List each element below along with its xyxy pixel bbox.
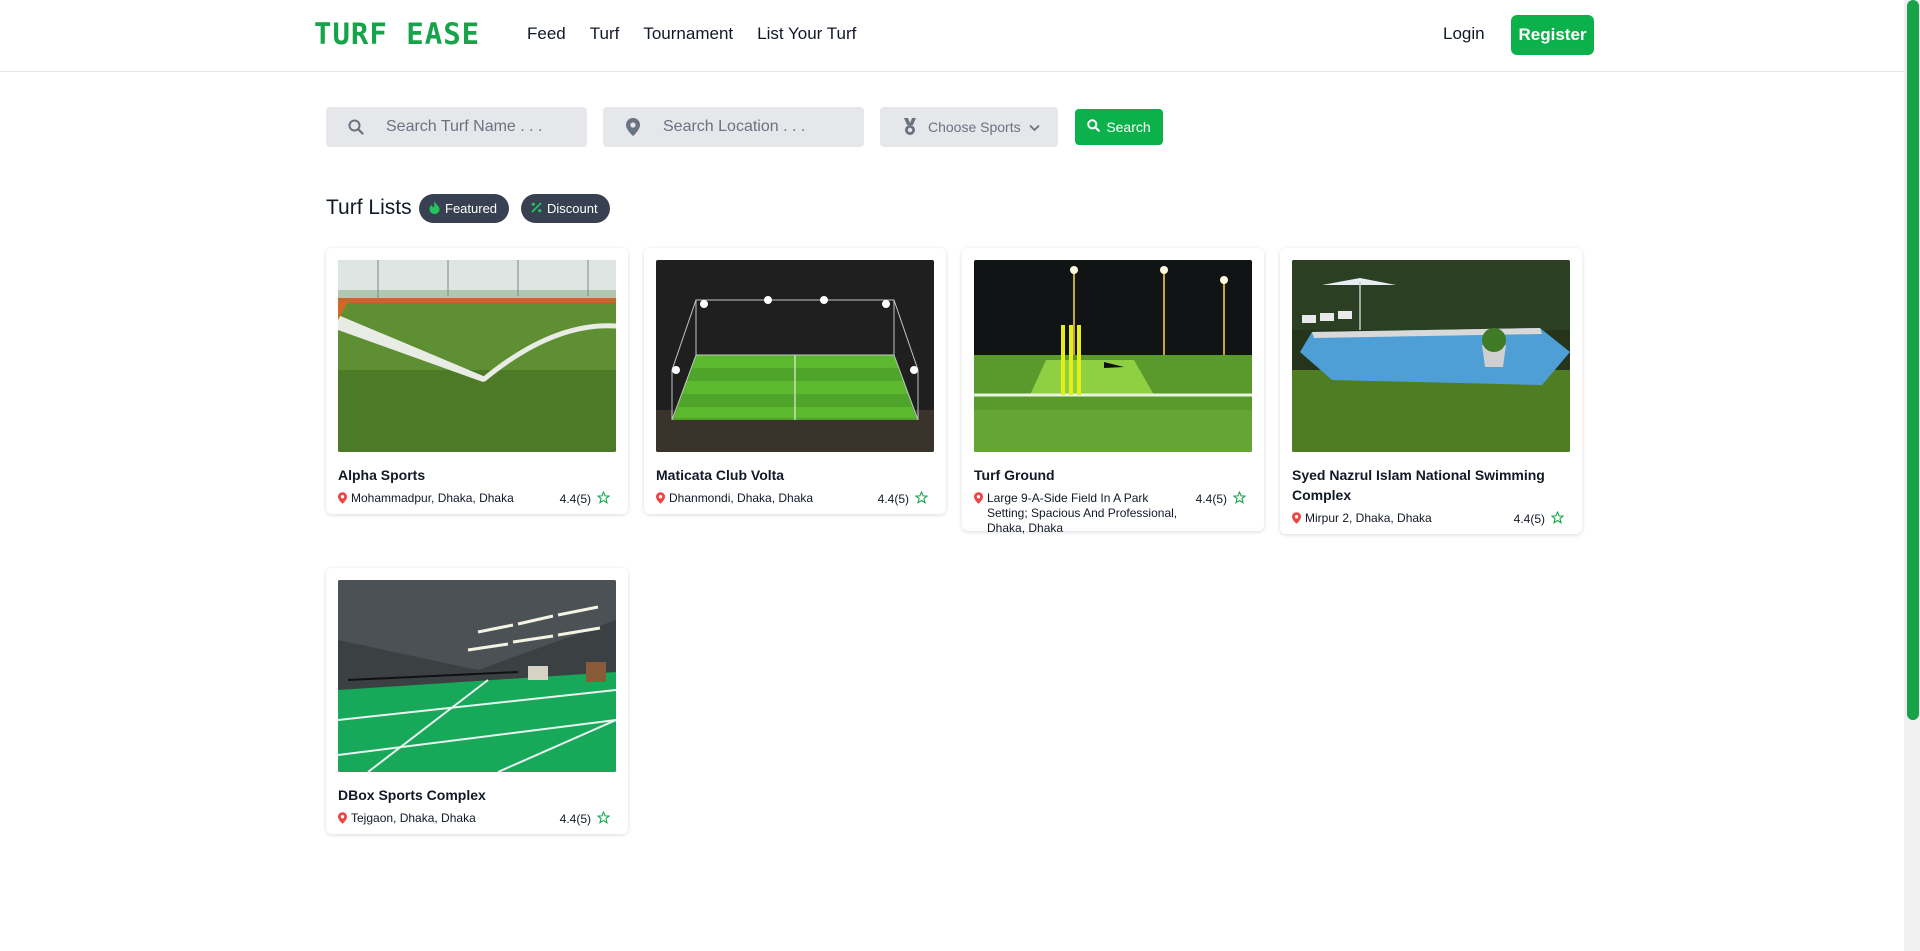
turf-card[interactable]: Turf Ground Large 9-A-Side Field In A Pa… <box>962 248 1264 535</box>
location-pin-icon <box>656 492 665 508</box>
turf-rating: 4.4(5) <box>1195 490 1247 507</box>
choose-sports-label: Choose Sports <box>928 119 1021 135</box>
search-button[interactable]: Search <box>1075 109 1163 145</box>
turf-card[interactable]: DBox Sports Complex Tejgaon, Dhaka, Dhak… <box>326 568 628 834</box>
turf-location-text: Dhanmondi, Dhaka, Dhaka <box>669 491 814 505</box>
turf-location: Mohammadpur, Dhaka, Dhaka <box>338 491 514 508</box>
turf-rating-text: 4.4(5) <box>559 492 591 506</box>
turf-rating: 4.4(5) <box>559 490 611 507</box>
discount-label: Discount <box>547 201 598 216</box>
featured-filter-pill[interactable]: Featured <box>419 194 510 223</box>
turf-name[interactable]: DBox Sports Complex <box>338 785 616 805</box>
turf-location: Mirpur 2, Dhaka, Dhaka <box>1292 511 1432 528</box>
top-navbar: TURF EASE Feed Turf Tournament List Your… <box>0 0 1904 72</box>
turf-name[interactable]: Alpha Sports <box>338 465 616 485</box>
turf-image[interactable] <box>338 580 616 772</box>
star-icon[interactable] <box>914 490 929 507</box>
register-button[interactable]: Register <box>1511 15 1594 55</box>
turf-image[interactable] <box>656 260 934 452</box>
featured-label: Featured <box>445 201 498 216</box>
location-pin-icon <box>338 812 347 828</box>
turf-rating-text: 4.4(5) <box>1513 512 1545 526</box>
nav-turf[interactable]: Turf <box>590 24 620 44</box>
turf-rating-text: 4.4(5) <box>1195 492 1227 506</box>
main-nav: Feed Turf Tournament List Your Turf <box>527 24 856 44</box>
turf-location-text: Mirpur 2, Dhaka, Dhaka <box>1305 511 1432 525</box>
turf-location-text: Tejgaon, Dhaka, Dhaka <box>351 811 476 825</box>
turf-rating: 4.4(5) <box>1513 510 1565 527</box>
brand-logo[interactable]: TURF EASE <box>314 17 480 51</box>
location-pin-icon <box>338 492 347 508</box>
turf-card[interactable]: Alpha Sports Mohammadpur, Dhaka, Dhaka 4… <box>326 248 628 514</box>
nav-list-your-turf[interactable]: List Your Turf <box>757 24 856 44</box>
choose-sports-dropdown[interactable]: Choose Sports <box>880 107 1058 147</box>
turf-location-text: Large 9-A-Side Field In A Park Setting; … <box>987 491 1178 535</box>
location-pin-icon <box>974 492 983 536</box>
scrollbar-thumb[interactable] <box>1907 0 1919 720</box>
turf-name[interactable]: Syed Nazrul Islam National Swimming Comp… <box>1292 465 1570 505</box>
turf-name-search-input[interactable]: Search Turf Name . . . <box>386 118 543 136</box>
page-scrollbar[interactable] <box>1904 0 1920 951</box>
percent-icon <box>531 201 542 216</box>
medal-icon <box>900 117 920 137</box>
turf-image[interactable] <box>338 260 616 452</box>
nav-tournament[interactable]: Tournament <box>643 24 733 44</box>
turf-lists-heading: Turf Lists <box>326 196 412 219</box>
location-search-input[interactable]: Search Location . . . <box>663 118 805 136</box>
turf-name[interactable]: Maticata Club Volta <box>656 465 934 485</box>
star-icon[interactable] <box>596 810 611 827</box>
star-icon[interactable] <box>596 490 611 507</box>
turf-name-search-field[interactable]: Search Turf Name . . . <box>326 107 587 147</box>
chevron-down-icon <box>1028 119 1040 135</box>
turf-location: Large 9-A-Side Field In A Park Setting; … <box>974 491 1184 536</box>
location-pin-icon <box>623 117 643 137</box>
turf-rating: 4.4(5) <box>559 810 611 827</box>
turf-card[interactable]: Syed Nazrul Islam National Swimming Comp… <box>1280 248 1582 534</box>
location-search-field[interactable]: Search Location . . . <box>603 107 864 147</box>
star-icon[interactable] <box>1232 490 1247 507</box>
turf-image[interactable] <box>1292 260 1570 452</box>
star-icon[interactable] <box>1550 510 1565 527</box>
turf-location-text: Mohammadpur, Dhaka, Dhaka <box>351 491 514 505</box>
turf-rating-text: 4.4(5) <box>559 812 591 826</box>
search-icon <box>1087 119 1101 135</box>
fire-icon <box>429 200 440 217</box>
location-pin-icon <box>1292 512 1301 528</box>
search-icon <box>346 117 366 137</box>
nav-feed[interactable]: Feed <box>527 24 566 44</box>
login-link[interactable]: Login <box>1443 24 1485 44</box>
turf-rating: 4.4(5) <box>877 490 929 507</box>
turf-location: Dhanmondi, Dhaka, Dhaka <box>656 491 813 508</box>
turf-location: Tejgaon, Dhaka, Dhaka <box>338 811 476 828</box>
turf-name[interactable]: Turf Ground <box>974 465 1252 485</box>
discount-filter-pill[interactable]: Discount <box>521 194 610 223</box>
search-button-label: Search <box>1106 119 1151 135</box>
turf-card[interactable]: Maticata Club Volta Dhanmondi, Dhaka, Dh… <box>644 248 946 514</box>
turf-rating-text: 4.4(5) <box>877 492 909 506</box>
turf-image[interactable] <box>974 260 1252 452</box>
